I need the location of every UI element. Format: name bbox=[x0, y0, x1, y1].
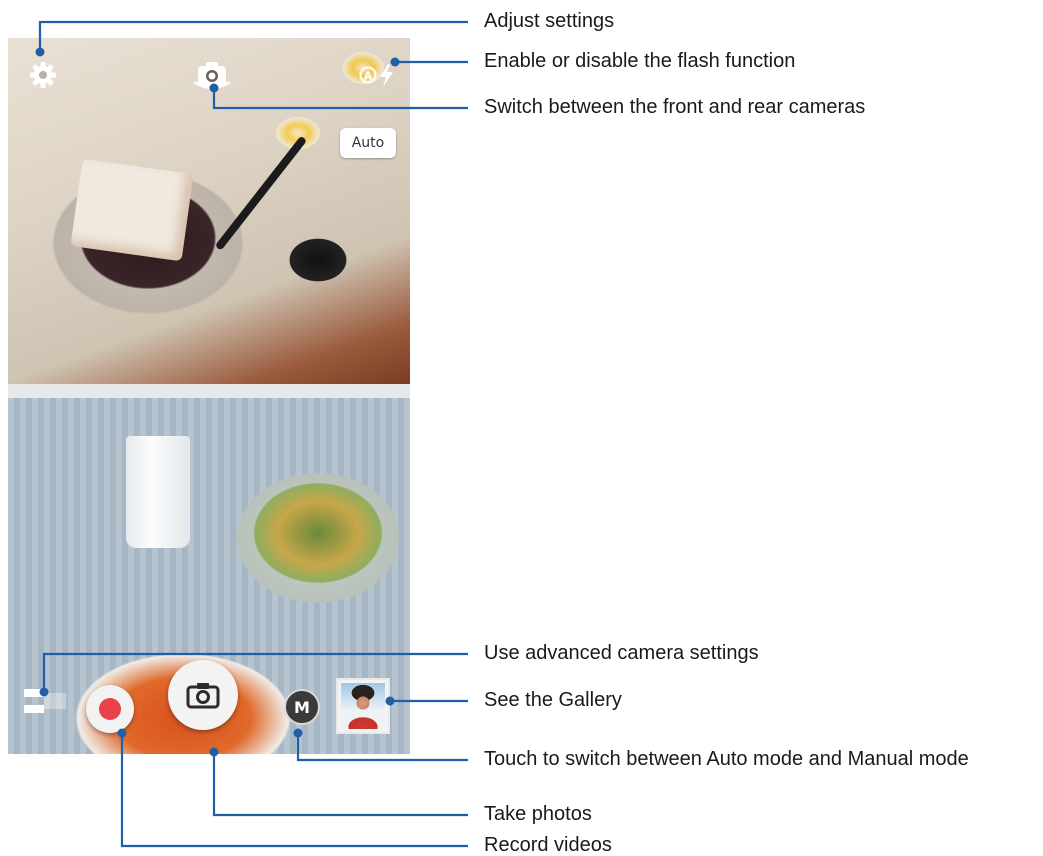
callout-switch-camera: Switch between the front and rear camera… bbox=[484, 96, 866, 118]
callout-gallery: See the Gallery bbox=[484, 689, 622, 711]
callout-take-photos: Take photos bbox=[484, 803, 592, 825]
callout-adjust-settings: Adjust settings bbox=[484, 10, 615, 32]
callout-advanced-settings: Use advanced camera settings bbox=[484, 642, 759, 664]
callout-flash: Enable or disable the flash function bbox=[484, 50, 796, 72]
callout-leader-lines bbox=[35, 20, 468, 848]
callout-mode-switch: Touch to switch between Auto mode and Ma… bbox=[484, 748, 969, 770]
callout-record-videos: Record videos bbox=[484, 834, 612, 856]
